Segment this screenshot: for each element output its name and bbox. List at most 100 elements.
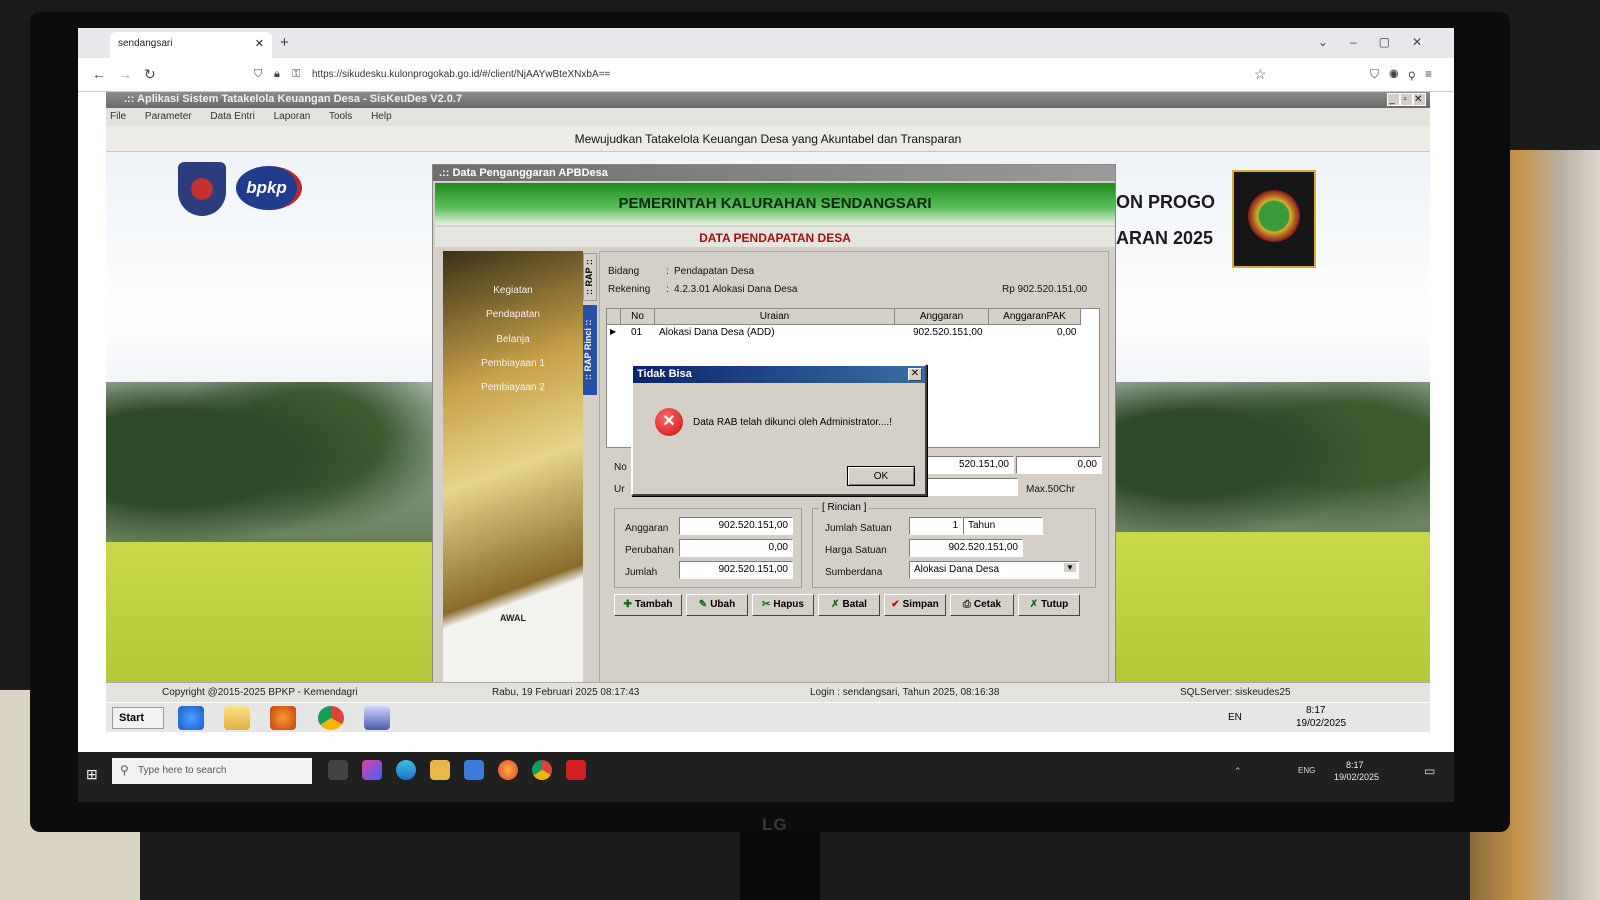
jumlah-satuan-label: Jumlah Satuan <box>825 523 892 534</box>
satuan-field[interactable]: Tahun <box>963 517 1043 535</box>
simpan-label: Simpan <box>902 599 939 610</box>
nav-item-kegiatan[interactable]: Kegiatan <box>443 285 583 296</box>
folder-icon[interactable] <box>224 706 250 730</box>
remote-taskbar: Start EN 8:17 19/02/2025 <box>106 702 1430 732</box>
browser-window-controls[interactable]: ⌄–▢✕ <box>1318 35 1444 49</box>
shield-icon[interactable]: ⛉ <box>254 68 262 81</box>
browser-tab[interactable]: sendangsari ✕ <box>110 32 272 58</box>
nav-item-belanja[interactable]: Belanja <box>443 334 583 345</box>
harga-satuan-label: Harga Satuan <box>825 545 887 556</box>
tab-rap[interactable]: :: RAP :: <box>583 253 597 301</box>
cell-uraian: Alokasi Dana Desa (ADD) <box>659 327 775 338</box>
kulon-progo-logo <box>1232 170 1316 268</box>
tutup-label: Tutup <box>1041 599 1069 610</box>
menu-tools[interactable]: Tools <box>329 111 352 122</box>
new-tab-icon[interactable]: + <box>280 34 289 51</box>
close-icon[interactable]: ✕ <box>1413 93 1426 106</box>
status-copyright: Copyright @2015-2025 BPKP - Kemendagri <box>162 687 358 698</box>
total-anggaran-field[interactable]: 520.151,00 <box>920 456 1014 474</box>
simpan-button[interactable]: ✔ Simpan <box>884 594 946 616</box>
task-view-icon[interactable] <box>328 760 348 780</box>
file-explorer-icon[interactable] <box>430 760 450 780</box>
ubah-button[interactable]: ✎ Ubah <box>686 594 748 616</box>
app-window-controls[interactable]: _ ▫ ✕ <box>1387 93 1426 106</box>
sumberdana-select[interactable]: Alokasi Dana Desa ▼ <box>909 561 1079 579</box>
bidang-label: Bidang <box>608 266 640 277</box>
app-banner: Mewujudkan Tatakelola Keuangan Desa yang… <box>106 126 1430 152</box>
firefox-icon[interactable] <box>498 760 518 780</box>
nav-item-pendapatan[interactable]: Pendapatan <box>443 309 583 320</box>
monitor-stand <box>740 830 820 900</box>
copilot-icon[interactable] <box>362 760 382 780</box>
hapus-button[interactable]: ✂ Hapus <box>752 594 814 616</box>
back-icon[interactable]: ← <box>92 66 106 82</box>
notification-icon[interactable]: ▭ <box>1424 764 1435 778</box>
window-subheader: DATA PENDAPATAN DESA <box>435 227 1115 247</box>
anggaran-field[interactable]: 902.520.151,00 <box>679 517 793 535</box>
grid-header-no[interactable]: No <box>621 309 655 325</box>
taskbar-search-input[interactable]: ⚲ Type here to search <box>112 758 312 784</box>
jumlah-satuan-field[interactable]: 1 <box>909 517 963 535</box>
batal-button[interactable]: ✗ Batal <box>818 594 880 616</box>
browser-extension-icons[interactable]: ⛉◉⚲≡ <box>1370 67 1442 82</box>
siskeudes-app-icon[interactable] <box>364 706 390 730</box>
ok-button[interactable]: OK <box>847 466 915 486</box>
harga-satuan-field[interactable]: 902.520.151,00 <box>909 539 1023 557</box>
chrome-icon[interactable] <box>318 706 344 730</box>
tray-chevron-up-icon[interactable]: ⌃ <box>1234 766 1242 777</box>
dialog-close-icon[interactable]: ✕ <box>908 368 922 381</box>
grid-header-anggaran-pak[interactable]: AnggaranPAK <box>989 309 1081 325</box>
tambah-button[interactable]: ✚ Tambah <box>614 594 682 616</box>
nav-item-pembiayaan-2[interactable]: Pembiayaan 2 <box>443 382 583 393</box>
nav-item-awal[interactable]: AWAL <box>443 613 583 623</box>
windows-start-icon[interactable]: ⊞ <box>86 766 104 784</box>
restore-icon[interactable]: ▫ <box>1400 93 1413 106</box>
siskeudes-app: .:: Aplikasi Sistem Tatakelola Keuangan … <box>106 92 1430 752</box>
acrobat-icon[interactable] <box>566 760 586 780</box>
app-menubar: File Parameter Data Entri Laporan Tools … <box>106 108 1430 126</box>
minimize-icon[interactable]: _ <box>1387 93 1400 106</box>
menu-file[interactable]: File <box>110 111 126 122</box>
tambah-label: Tambah <box>634 599 673 610</box>
key-icon[interactable]: ⚿ <box>292 68 300 81</box>
lock-icon[interactable]: 🔒︎ <box>274 68 280 81</box>
taskbar-time: 8:17 <box>1346 760 1364 770</box>
url-field[interactable]: https://sikudesku.kulonprogokab.go.id/#/… <box>312 69 610 80</box>
store-icon[interactable] <box>464 760 484 780</box>
grid-header-uraian[interactable]: Uraian <box>655 309 895 325</box>
checkmark-icon: ✔ <box>891 599 900 610</box>
tray-language[interactable]: EN <box>1228 712 1242 723</box>
cetak-button[interactable]: ⎙ Cetak <box>950 594 1014 616</box>
cell-anggaran: 902.520.151,00 <box>913 327 983 338</box>
perubahan-label: Perubahan <box>625 545 674 556</box>
menu-laporan[interactable]: Laporan <box>274 111 311 122</box>
nav-item-pembiayaan-1[interactable]: Pembiayaan 1 <box>443 358 583 369</box>
grid-header-anggaran[interactable]: Anggaran <box>895 309 989 325</box>
forward-icon[interactable]: → <box>118 66 132 82</box>
error-dialog: Tidak Bisa ✕ ✕ Data RAB telah dikunci ol… <box>631 364 927 496</box>
menu-data-entri[interactable]: Data Entri <box>210 111 254 122</box>
edit-icon: ✎ <box>698 599 708 610</box>
menu-parameter[interactable]: Parameter <box>145 111 192 122</box>
edge-icon[interactable] <box>396 760 416 780</box>
year-title: ARAN 2025 <box>1116 228 1214 248</box>
tab-rap-rinci[interactable]: :: RAP Rinci :: <box>583 305 597 395</box>
jumlah-field[interactable]: 902.520.151,00 <box>679 561 793 579</box>
taskbar-language[interactable]: ENG <box>1298 766 1315 775</box>
start-button[interactable]: Start <box>112 707 164 729</box>
total-pak-field[interactable]: 0,00 <box>1016 456 1102 474</box>
reload-icon[interactable]: ↻ <box>144 66 156 83</box>
chevron-down-icon[interactable]: ▼ <box>1064 563 1076 572</box>
perubahan-field[interactable]: 0,00 <box>679 539 793 557</box>
media-player-icon[interactable] <box>270 706 296 730</box>
ie-icon[interactable] <box>178 706 204 730</box>
uraian-field[interactable] <box>918 478 1018 496</box>
browser-tabbar: sendangsari ✕ + ⌄–▢✕ <box>78 28 1454 58</box>
chrome-taskbar-icon[interactable] <box>532 760 552 780</box>
batal-label: Batal <box>842 599 867 610</box>
region-title: ON PROGO <box>1116 192 1216 212</box>
bookmark-star-icon[interactable]: ☆ <box>1254 66 1267 83</box>
tutup-button[interactable]: ✗ Tutup <box>1018 594 1080 616</box>
close-tab-icon[interactable]: ✕ <box>255 37 264 50</box>
menu-help[interactable]: Help <box>371 111 392 122</box>
